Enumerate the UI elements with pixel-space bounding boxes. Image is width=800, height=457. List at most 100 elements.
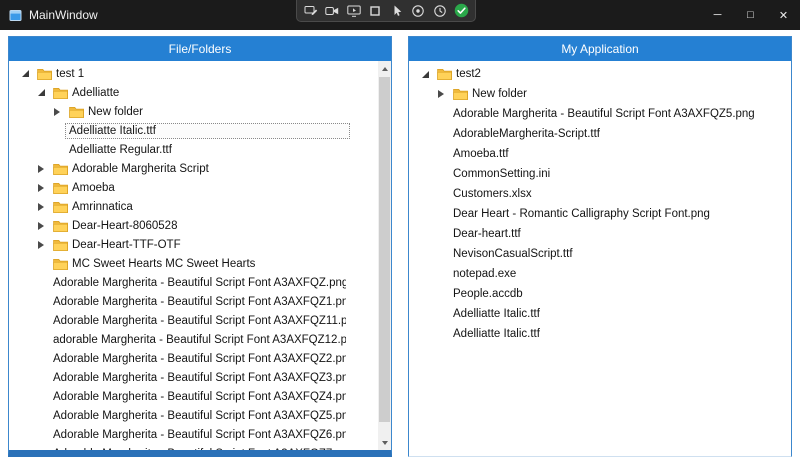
tree-collapsed-arrow-icon[interactable] xyxy=(49,108,65,116)
screen-share-icon[interactable] xyxy=(346,3,362,18)
tree-item-file[interactable]: Adorable Margherita - Beautiful Script F… xyxy=(9,406,378,425)
tree-item-file[interactable]: Amoeba.ttf xyxy=(409,144,791,164)
tree-item-file[interactable]: Adelliatte Italic.ttf xyxy=(409,324,791,344)
file-folders-panel: File/Folders test 1AdelliatteNew folderA… xyxy=(8,36,392,457)
scroll-down-button[interactable] xyxy=(378,435,391,450)
tree-expanded-arrow-icon[interactable] xyxy=(17,70,33,77)
tree-item-label: Amrinnatica xyxy=(72,201,133,213)
tree-item-content: Adorable Margherita - Beautiful Script F… xyxy=(49,370,350,386)
tree-item-file[interactable]: AdorableMargherita-Script.ttf xyxy=(409,124,791,144)
tree-item-file[interactable]: Dear Heart - Romantic Calligraphy Script… xyxy=(409,204,791,224)
tree-item-label: Adorable Margherita - Beautiful Script F… xyxy=(53,296,346,308)
tree-item-file[interactable]: CommonSetting.ini xyxy=(409,164,791,184)
tree-item-folder[interactable]: Dear-Heart-TTF-OTF xyxy=(9,235,378,254)
tree-item-file[interactable]: adorable Margherita - Beautiful Script F… xyxy=(9,330,378,349)
titlebar[interactable]: MainWindow ─ □ ✕ xyxy=(0,0,800,30)
tree-item-folder[interactable]: New folder xyxy=(9,102,378,121)
tree-item-content: Adorable Margherita - Beautiful Script F… xyxy=(49,294,350,310)
my-application-panel: My Application test2New folderAdorable M… xyxy=(408,36,792,457)
tree-item-file[interactable]: notepad.exe xyxy=(409,264,791,284)
main-window: MainWindow ─ □ ✕ File/Folders test 1Adel… xyxy=(0,0,800,457)
tree-item-file[interactable]: Adelliatte Italic.ttf xyxy=(409,304,791,324)
tree-item-file[interactable]: Adorable Margherita - Beautiful Script F… xyxy=(9,311,378,330)
tree-item-content: Dear Heart - Romantic Calligraphy Script… xyxy=(449,206,763,222)
tree-item-label: Dear-Heart-8060528 xyxy=(72,220,177,232)
tree-item-file[interactable]: Adorable Margherita - Beautiful Script F… xyxy=(9,425,378,444)
tree-item-file[interactable]: Adelliatte Italic.ttf xyxy=(9,121,378,140)
tree-item-file[interactable]: Dear-heart.ttf xyxy=(409,224,791,244)
tree-item-file[interactable]: Customers.xlsx xyxy=(409,184,791,204)
tree-item-file[interactable]: Adorable Margherita - Beautiful Script F… xyxy=(9,368,378,387)
tree-item-folder[interactable]: New folder xyxy=(409,84,791,104)
tree-item-content: MC Sweet Hearts MC Sweet Hearts xyxy=(49,256,350,272)
minimize-button[interactable]: ─ xyxy=(701,0,734,30)
tree-item-label: Adorable Margherita - Beautiful Script F… xyxy=(53,372,346,384)
tree-collapsed-arrow-icon[interactable] xyxy=(33,165,49,173)
tree-item-content: Adorable Margherita - Beautiful Script F… xyxy=(49,389,350,405)
tree-item-file[interactable]: Adorable Margherita - Beautiful Script F… xyxy=(9,273,378,292)
tree-item-file[interactable]: Adorable Margherita - Beautiful Script F… xyxy=(9,387,378,406)
scrollbar-thumb[interactable] xyxy=(379,77,390,422)
tree-item-content: Amrinnatica xyxy=(49,199,350,215)
tree-item-folder[interactable]: Adorable Margherita Script xyxy=(9,159,378,178)
tree-item-label: Adorable Margherita - Beautiful Script F… xyxy=(53,410,346,422)
scroll-up-button[interactable] xyxy=(378,61,391,76)
vertical-scrollbar[interactable] xyxy=(378,61,391,450)
tree-item-folder[interactable]: Dear-Heart-8060528 xyxy=(9,216,378,235)
tree-item-label: test 1 xyxy=(56,68,84,80)
folder-icon xyxy=(69,106,84,118)
tree-item-folder[interactable]: Adelliatte xyxy=(9,83,378,102)
tree-item-folder[interactable]: Amrinnatica xyxy=(9,197,378,216)
tree-item-label: Adelliatte Italic.ttf xyxy=(453,328,540,340)
cursor-icon[interactable] xyxy=(389,3,405,18)
maximize-button[interactable]: □ xyxy=(734,0,767,30)
tree-item-file[interactable]: Adorable Margherita - Beautiful Script F… xyxy=(9,292,378,311)
tree-item-label: Amoeba xyxy=(72,182,115,194)
tree-collapsed-arrow-icon[interactable] xyxy=(33,241,49,249)
tree-item-file[interactable]: Adorable Margherita - Beautiful Script F… xyxy=(409,104,791,124)
tree-item-file[interactable]: Adorable Margherita - Beautiful Script F… xyxy=(9,349,378,368)
tree-item-label: Adelliatte Italic.ttf xyxy=(69,125,156,137)
tree-expanded-arrow-icon[interactable] xyxy=(417,71,433,78)
timer-icon[interactable] xyxy=(432,3,448,18)
folder-icon xyxy=(53,201,68,213)
close-button[interactable]: ✕ xyxy=(767,0,800,30)
tree-item-file[interactable]: Adorable Margherita - Beautiful Script F… xyxy=(9,444,378,450)
tree-collapsed-arrow-icon[interactable] xyxy=(33,203,49,211)
tree-item-content: New folder xyxy=(65,104,350,120)
tree-collapsed-arrow-icon[interactable] xyxy=(33,184,49,192)
tree-item-label: Adorable Margherita - Beautiful Script F… xyxy=(53,429,346,441)
tree-item-label: MC Sweet Hearts MC Sweet Hearts xyxy=(72,258,255,270)
tree-item-label: test2 xyxy=(456,68,481,80)
tree-item-content: People.accdb xyxy=(449,286,763,302)
tree-item-folder[interactable]: test 1 xyxy=(9,64,378,83)
tree-item-folder[interactable]: Amoeba xyxy=(9,178,378,197)
stop-record-icon[interactable] xyxy=(367,3,383,18)
confirm-icon[interactable] xyxy=(453,3,469,18)
record-icon[interactable] xyxy=(410,3,426,18)
folder-icon xyxy=(53,87,68,99)
screen-annotate-icon[interactable] xyxy=(303,3,319,18)
tree-item-file[interactable]: Adelliatte Regular.ttf xyxy=(9,140,378,159)
tree-item-label: New folder xyxy=(472,88,527,100)
camera-icon[interactable] xyxy=(324,3,340,18)
tree-item-content: NevisonCasualScript.ttf xyxy=(449,246,763,262)
tree-item-content: Adelliatte Italic.ttf xyxy=(65,123,350,139)
tree-expanded-arrow-icon[interactable] xyxy=(33,89,49,96)
folder-icon xyxy=(53,182,68,194)
tree-collapsed-arrow-icon[interactable] xyxy=(33,222,49,230)
tree-collapsed-arrow-icon[interactable] xyxy=(433,90,449,98)
tree-item-label: Amoeba.ttf xyxy=(453,148,509,160)
tree-item-label: People.accdb xyxy=(453,288,523,300)
tree-item-content: Adorable Margherita - Beautiful Script F… xyxy=(49,446,350,451)
tree-item-label: Adelliatte Italic.ttf xyxy=(453,308,540,320)
tree-item-label: Dear Heart - Romantic Calligraphy Script… xyxy=(453,208,710,220)
tree-item-folder[interactable]: test2 xyxy=(409,64,791,84)
tree-item-label: New folder xyxy=(88,106,143,118)
tree-item-content: Adelliatte Regular.ttf xyxy=(65,142,350,158)
tree-item-folder[interactable]: MC Sweet Hearts MC Sweet Hearts xyxy=(9,254,378,273)
tree-item-file[interactable]: NevisonCasualScript.ttf xyxy=(409,244,791,264)
tree-item-file[interactable]: People.accdb xyxy=(409,284,791,304)
tree-item-content: Adorable Margherita - Beautiful Script F… xyxy=(49,313,350,329)
tree-item-content: Adorable Margherita - Beautiful Script F… xyxy=(49,275,350,291)
